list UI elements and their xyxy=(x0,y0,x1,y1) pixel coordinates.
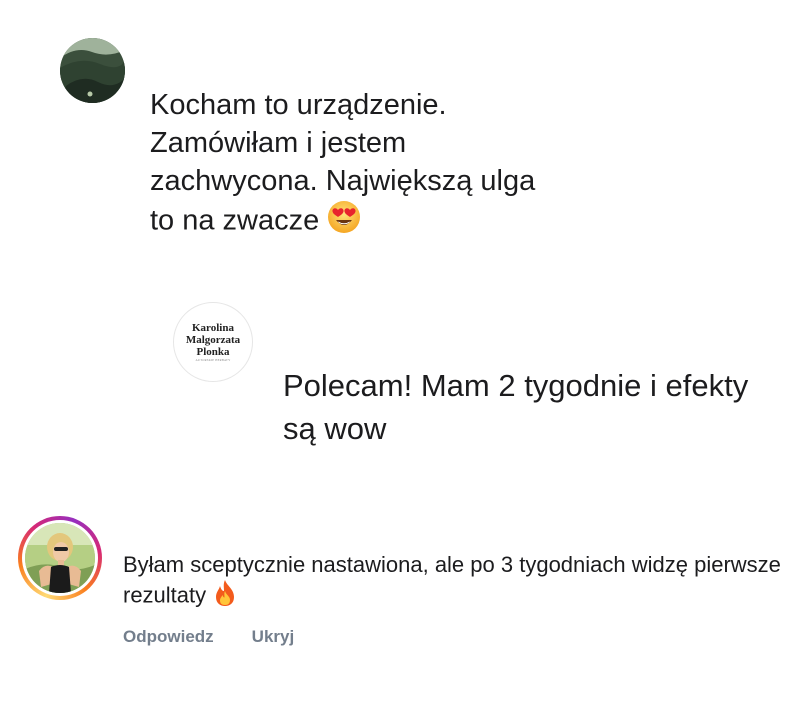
avatar xyxy=(25,523,95,593)
forest-photo-icon xyxy=(60,38,125,103)
comment-text: Polecam! Mam 2 tygodnie i efekty są wow xyxy=(283,364,783,450)
story-ring[interactable] xyxy=(18,516,102,600)
hide-button[interactable]: Ukryj xyxy=(252,627,295,647)
logo-text-line: Plonka xyxy=(196,345,230,358)
heart-eyes-face-icon xyxy=(327,200,361,244)
avatar-gap xyxy=(22,520,98,596)
fire-icon xyxy=(212,579,238,614)
logo-text-line: Karolina xyxy=(192,321,234,334)
reply-button[interactable]: Odpowiedz xyxy=(123,627,214,647)
avatar-brand-logo[interactable]: Karolina Malgorzata Plonka AUTORSKIE HER… xyxy=(173,302,253,382)
person-photo-icon xyxy=(25,523,95,593)
comment-text: Byłam sceptycznie nastawiona, ale po 3 t… xyxy=(123,550,783,614)
logo-text-line: Malgorzata xyxy=(185,333,241,346)
logo-tagline: AUTORSKIE HERBATY xyxy=(195,357,231,362)
avatar[interactable] xyxy=(60,38,125,103)
comment-actions: Odpowiedz Ukryj xyxy=(123,627,294,647)
comment-body: Polecam! Mam 2 tygodnie i efekty są wow xyxy=(283,368,749,446)
comment-text: Kocham to urządzenie. Zamówiłam i jestem… xyxy=(150,86,550,244)
